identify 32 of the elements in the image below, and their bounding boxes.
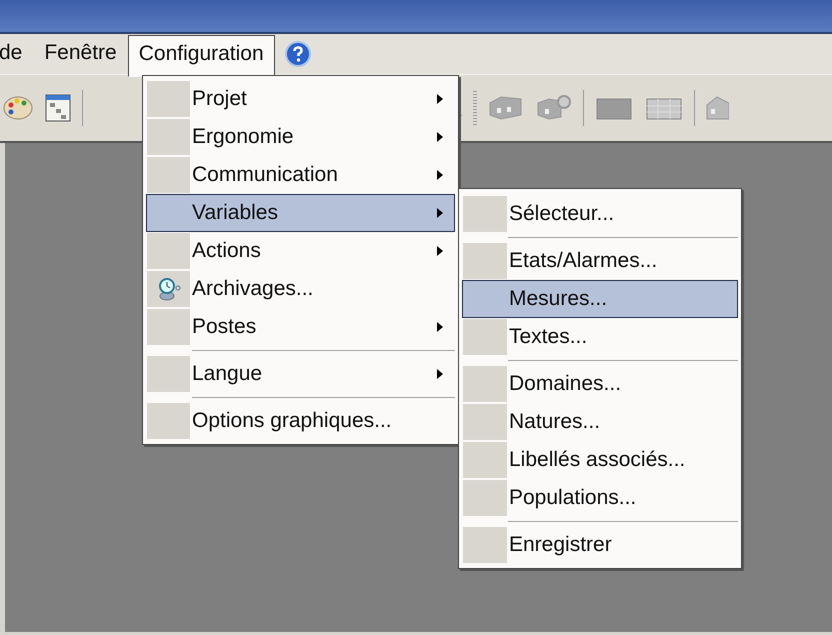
palette-icon[interactable] [2, 94, 34, 122]
submenu-arrow-icon [436, 321, 444, 333]
submenu-arrow-icon [436, 131, 444, 143]
help-icon[interactable] [284, 41, 311, 67]
menu-item[interactable]: Variables [146, 194, 455, 232]
submenu-arrow-icon [436, 245, 444, 257]
menu-item[interactable]: Enregistrer [462, 526, 738, 564]
menu-item[interactable]: Projet [146, 80, 455, 118]
submenu-arrow-icon [436, 368, 444, 380]
menu-item[interactable]: Langue [146, 355, 455, 393]
menu-item[interactable]: Postes [146, 308, 455, 346]
submenu-arrow-icon [436, 169, 444, 181]
clock-disk-icon [156, 276, 180, 302]
menu-item[interactable]: Natures... [462, 403, 738, 441]
menu-item[interactable]: Libellés associés... [462, 441, 738, 479]
menu-item[interactable]: Ergonomie [146, 118, 455, 156]
diagram-window-icon[interactable] [44, 93, 72, 123]
menu-bar-item[interactable]: Configuration [128, 35, 275, 77]
submenu-arrow-icon [436, 207, 444, 219]
menu-item[interactable]: Mesures... [462, 280, 738, 318]
menu-item[interactable]: Populations... [462, 479, 738, 517]
menu-bar-item[interactable]: de [0, 34, 34, 74]
menu-item[interactable]: Options graphiques... [146, 402, 455, 440]
submenu-arrow-icon [436, 93, 444, 105]
menu-item[interactable]: Domaines... [462, 365, 738, 403]
menu-bar-item[interactable]: Fenêtre [33, 34, 128, 74]
menu-item[interactable]: Etats/Alarmes... [462, 242, 738, 280]
menu-item[interactable]: Communication [146, 156, 455, 194]
menu-item[interactable]: Actions [146, 232, 455, 270]
menu-item[interactable]: Archivages... [146, 270, 455, 308]
menu-item[interactable]: Textes... [462, 318, 738, 356]
menu-item[interactable]: Sélecteur... [462, 195, 738, 233]
